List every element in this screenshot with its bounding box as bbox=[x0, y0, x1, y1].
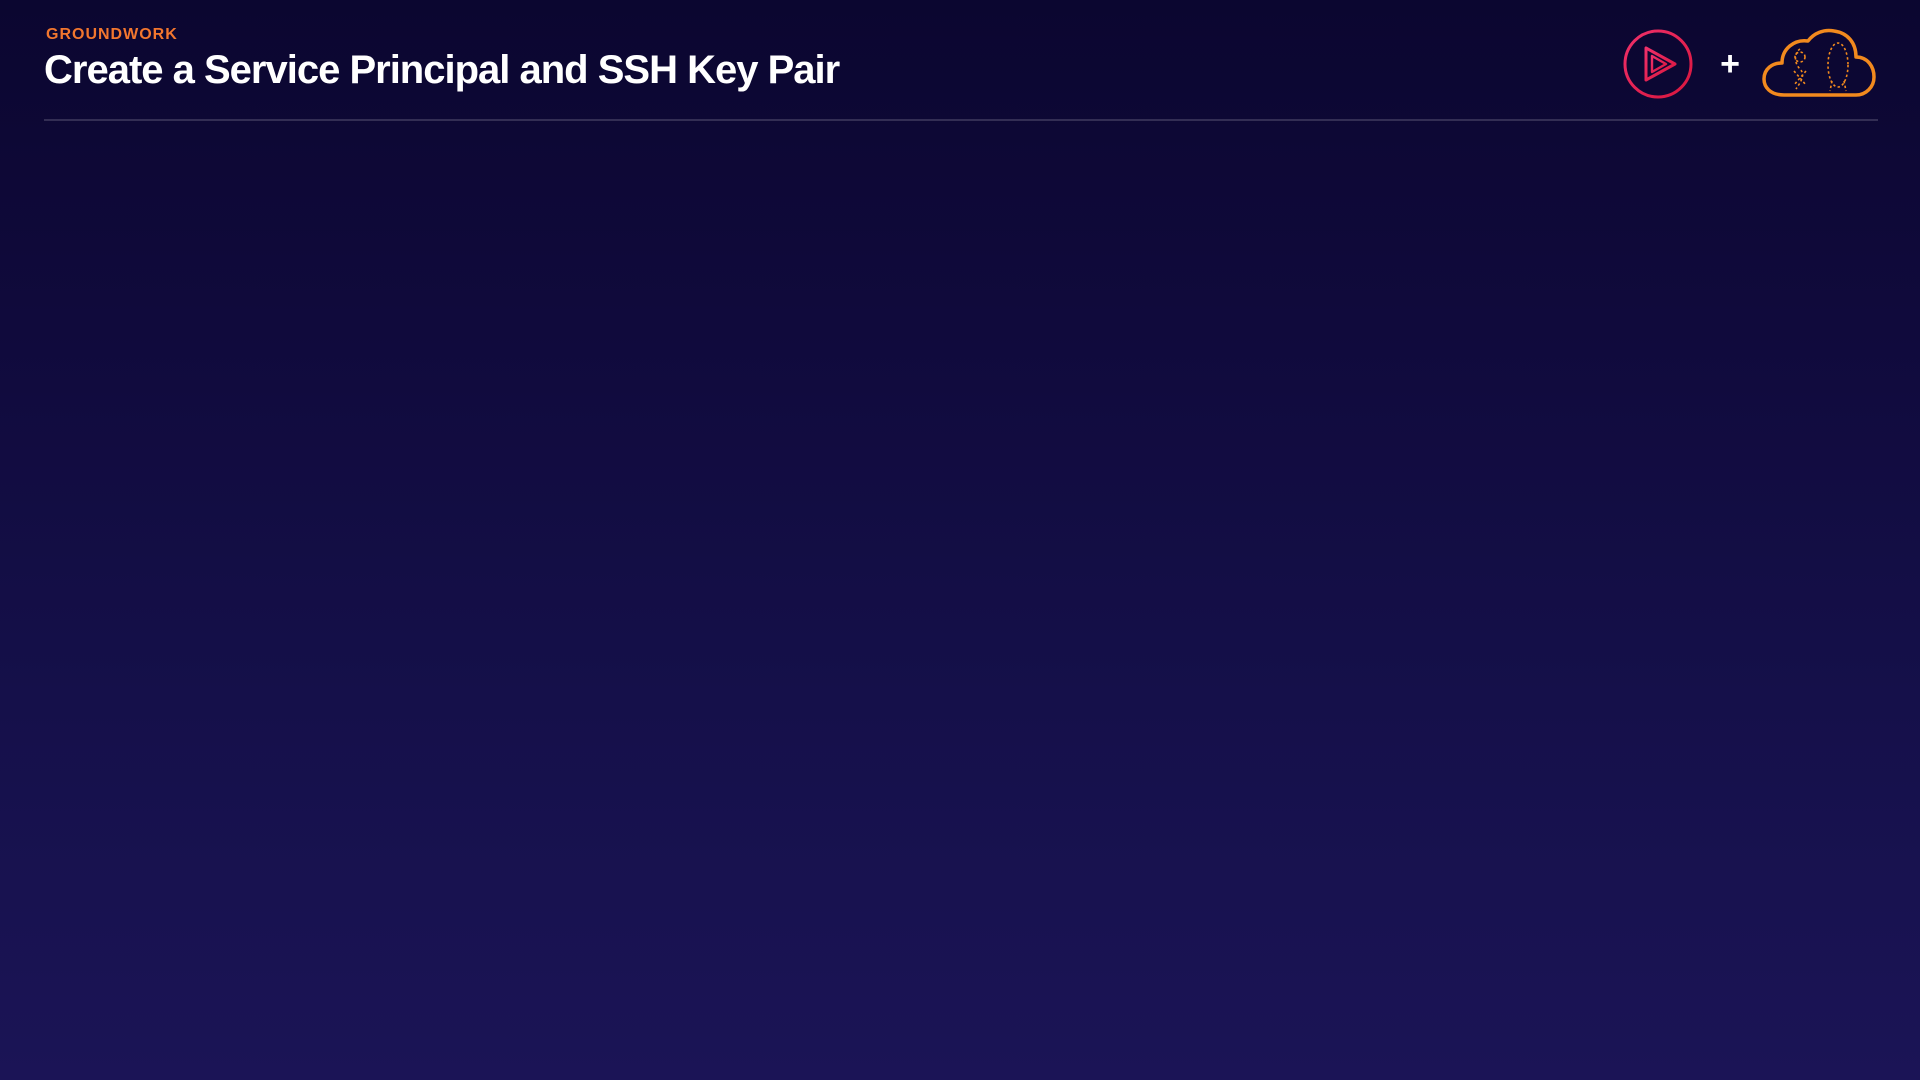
cloud-logo-icon bbox=[1762, 28, 1876, 97]
slide: GROUNDWORK Create a Service Principal an… bbox=[0, 0, 1920, 1080]
header-divider bbox=[44, 119, 1878, 121]
play-circle-logo-icon bbox=[1623, 29, 1693, 99]
plus-sign: + bbox=[1720, 45, 1740, 83]
slide-header: GROUNDWORK Create a Service Principal an… bbox=[44, 0, 1878, 122]
logo-group: + bbox=[1622, 26, 1878, 102]
slide-title: Create a Service Principal and SSH Key P… bbox=[44, 48, 840, 92]
section-eyebrow: GROUNDWORK bbox=[46, 26, 178, 43]
